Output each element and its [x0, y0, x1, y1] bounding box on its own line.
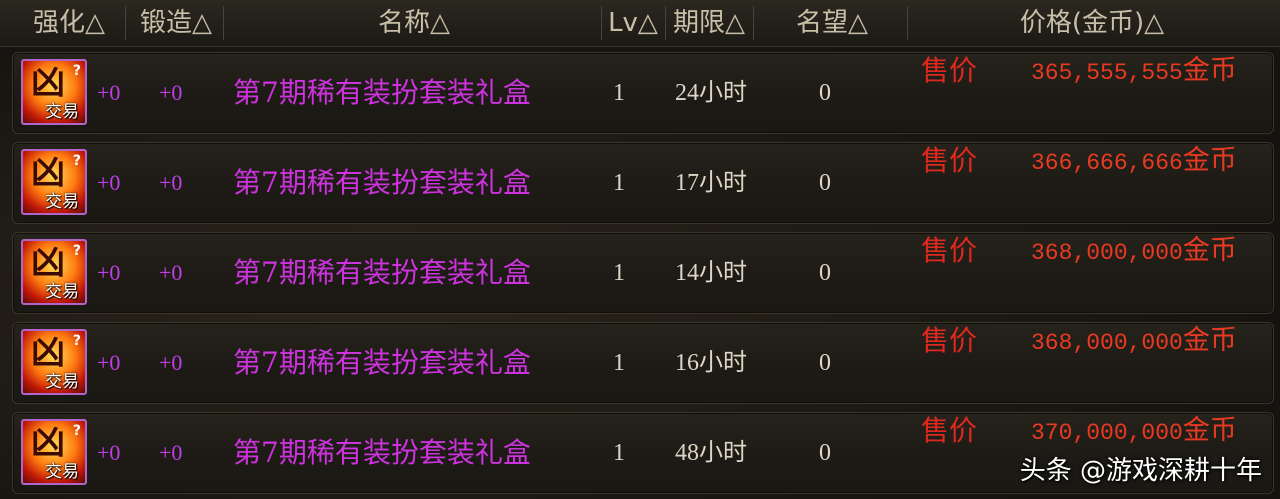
currency-unit: 金币: [1182, 145, 1237, 176]
gift-box-item-icon[interactable]: 凶 ? 交易: [21, 419, 87, 485]
fame-value: 0: [819, 170, 831, 196]
item-name: 第7期稀有装扮套装礼盒: [233, 76, 531, 109]
fame-value: 0: [819, 80, 831, 106]
question-mark-icon: ?: [72, 423, 81, 439]
price-value: 368,000,000金币: [1031, 211, 1237, 291]
gift-box-item-icon[interactable]: 凶 ? 交易: [21, 59, 87, 125]
period-value: 17小时: [675, 170, 747, 196]
period-value: 48小时: [675, 440, 747, 466]
price-amount: 365,555,555: [1031, 60, 1183, 86]
auction-screen: 强化△ 锻造△ 名称△ Lv△ 期限△ 名望△ 价格(金币)△ 凶 ? 交易 +…: [0, 0, 1280, 499]
fame-value: 0: [819, 350, 831, 376]
sort-period-header[interactable]: 期限△: [666, 4, 754, 42]
sell-price-label: 售价: [921, 144, 978, 177]
trade-label: 交易: [45, 102, 79, 122]
level-value: 1: [613, 350, 625, 376]
sort-forge-header[interactable]: 锻造△: [130, 4, 224, 42]
watermark: 头条 @游戏深耕十年: [1019, 456, 1262, 486]
question-mark-icon: ?: [72, 153, 81, 169]
gift-box-item-icon[interactable]: 凶 ? 交易: [21, 329, 87, 395]
forge-value: +0: [159, 350, 183, 375]
price-amount: 366,666,666: [1031, 150, 1183, 176]
enhance-value: +0: [97, 170, 121, 195]
level-value: 1: [613, 260, 625, 286]
sell-price-label: 售价: [921, 54, 978, 87]
forge-value: +0: [159, 260, 183, 285]
enhance-value: +0: [97, 260, 121, 285]
trade-label: 交易: [45, 192, 79, 212]
question-mark-icon: ?: [72, 333, 81, 349]
currency-unit: 金币: [1182, 325, 1237, 356]
forge-value: +0: [159, 440, 183, 465]
level-value: 1: [613, 170, 625, 196]
sort-fame-header[interactable]: 名望△: [758, 4, 908, 42]
currency-unit: 金币: [1182, 415, 1237, 446]
price-value: 365,555,555金币: [1031, 31, 1237, 111]
price-value: 368,000,000金币: [1031, 301, 1237, 381]
item-name: 第7期稀有装扮套装礼盒: [233, 166, 531, 199]
price-value: 366,666,666金币: [1031, 121, 1237, 201]
period-value: 16小时: [675, 350, 747, 376]
sort-enhance-header[interactable]: 强化△: [14, 4, 126, 42]
period-value: 24小时: [675, 80, 747, 106]
gift-box-item-icon[interactable]: 凶 ? 交易: [21, 239, 87, 305]
trade-label: 交易: [45, 282, 79, 302]
price-amount: 370,000,000: [1031, 420, 1183, 446]
sell-price-label: 售价: [921, 234, 978, 267]
sort-name-header[interactable]: 名称△: [228, 4, 602, 42]
level-value: 1: [613, 80, 625, 106]
enhance-value: +0: [97, 440, 121, 465]
sort-level-header[interactable]: Lv△: [602, 4, 666, 42]
currency-unit: 金币: [1182, 55, 1237, 86]
fame-value: 0: [819, 440, 831, 466]
price-amount: 368,000,000: [1031, 240, 1183, 266]
gift-box-item-icon[interactable]: 凶 ? 交易: [21, 149, 87, 215]
forge-value: +0: [159, 80, 183, 105]
trade-label: 交易: [45, 462, 79, 482]
level-value: 1: [613, 440, 625, 466]
forge-value: +0: [159, 170, 183, 195]
question-mark-icon: ?: [72, 63, 81, 79]
period-value: 14小时: [675, 260, 747, 286]
fame-value: 0: [819, 260, 831, 286]
item-name: 第7期稀有装扮套装礼盒: [233, 256, 531, 289]
item-name: 第7期稀有装扮套装礼盒: [233, 346, 531, 379]
enhance-value: +0: [97, 350, 121, 375]
price-amount: 368,000,000: [1031, 330, 1183, 356]
enhance-value: +0: [97, 80, 121, 105]
trade-label: 交易: [45, 372, 79, 392]
sell-price-label: 售价: [921, 414, 978, 447]
question-mark-icon: ?: [72, 243, 81, 259]
sell-price-label: 售价: [921, 324, 978, 357]
item-name: 第7期稀有装扮套装礼盒: [233, 436, 531, 469]
currency-unit: 金币: [1182, 235, 1237, 266]
